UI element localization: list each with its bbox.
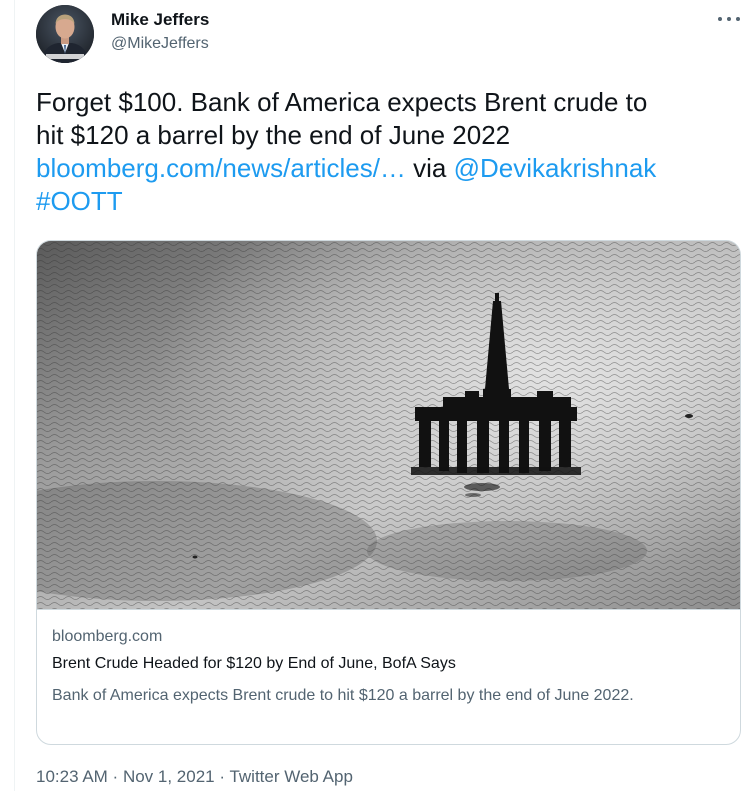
author-handle[interactable]: @MikeJeffers (111, 35, 209, 53)
hashtag-link[interactable]: #OOTT (36, 186, 123, 216)
tweet-link-line: bloomberg.com/news/articles/… via @Devik… (36, 152, 741, 185)
card-image (37, 241, 740, 610)
timeline-divider (14, 0, 15, 791)
via-text: via (405, 153, 454, 183)
tweet-source[interactable]: Twitter Web App (229, 767, 352, 786)
tweet-text-line: hit $120 a barrel by the end of June 202… (36, 120, 511, 150)
card-title: Brent Crude Headed for $120 by End of Ju… (52, 655, 456, 672)
mention-link[interactable]: @Devikakrishnak (454, 153, 657, 183)
more-options-button[interactable] (716, 12, 742, 26)
tweet-text: Forget $100. Bank of America expects Bre… (36, 86, 741, 218)
avatar-photo (36, 5, 94, 63)
article-link[interactable]: bloomberg.com/news/articles/… (36, 153, 406, 183)
card-domain: bloomberg.com (52, 628, 163, 645)
tweet-text-line: Forget $100. Bank of America expects Bre… (36, 87, 648, 117)
tweet-metadata: 10:23 AM · Nov 1, 2021 · Twitter Web App (36, 767, 353, 787)
card-description: Bank of America expects Brent crude to h… (52, 687, 634, 704)
oil-rig-photo (37, 241, 740, 609)
hashtag-line: #OOTT (36, 185, 741, 218)
link-preview-card[interactable]: bloomberg.com Brent Crude Headed for $12… (36, 240, 741, 745)
tweet: Mike Jeffers @MikeJeffers Forget $100. B… (0, 0, 749, 791)
separator: · (107, 767, 123, 786)
tweet-date[interactable]: Nov 1, 2021 (123, 767, 215, 786)
tweet-time[interactable]: 10:23 AM (36, 767, 108, 786)
avatar[interactable] (36, 5, 94, 63)
author-name[interactable]: Mike Jeffers (111, 10, 209, 30)
separator: · (214, 767, 230, 786)
